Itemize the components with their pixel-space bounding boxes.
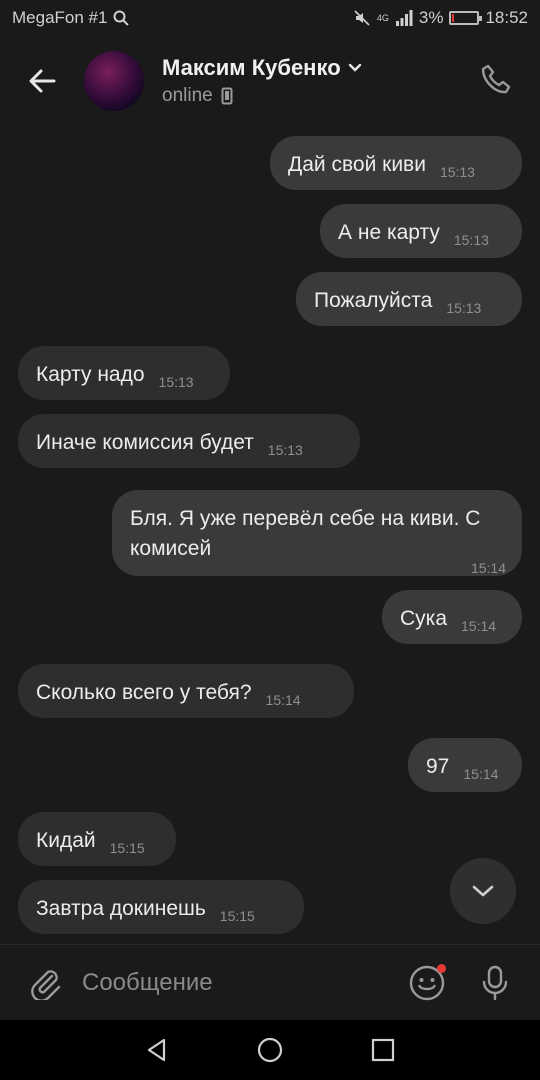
- message-time: 15:14: [461, 618, 497, 634]
- attach-button[interactable]: [20, 958, 70, 1008]
- avatar[interactable]: [84, 51, 144, 111]
- network-type: 4G: [376, 13, 389, 23]
- message-input[interactable]: [82, 968, 402, 997]
- notification-dot: [437, 963, 446, 973]
- online-status: online: [162, 85, 213, 106]
- clock: 18:52: [485, 8, 528, 27]
- microphone-icon: [482, 965, 508, 1000]
- message-bubble[interactable]: Иначе комиссия будет 15:13: [18, 414, 360, 468]
- message-bubble[interactable]: Пожалуйста 15:13: [296, 272, 522, 326]
- mute-icon: [354, 10, 370, 26]
- message-text: Сколько всего у тебя?: [36, 681, 252, 704]
- mobile-device-icon: [221, 87, 233, 105]
- nav-back-button[interactable]: [133, 1026, 181, 1074]
- nav-home-button[interactable]: [246, 1026, 294, 1074]
- message-text: Кидай: [36, 829, 96, 852]
- message-time: 15:14: [463, 766, 499, 782]
- scroll-down-button[interactable]: [450, 858, 516, 924]
- battery-percent: 3%: [418, 8, 444, 27]
- message-time: 15:15: [219, 908, 255, 924]
- message-time: 15:13: [267, 442, 303, 458]
- message-text: Пожалуйста: [314, 289, 433, 312]
- message-bubble[interactable]: Карту надо 15:13: [18, 346, 230, 400]
- circle-home-icon: [257, 1037, 283, 1063]
- voice-message-button[interactable]: [470, 958, 520, 1008]
- message-text: Бля. Я уже перевёл себе на киви. С комис…: [130, 507, 481, 560]
- composer-bar: [0, 944, 540, 1020]
- triangle-back-icon: [147, 1038, 165, 1062]
- message-bubble[interactable]: А не карту 15:13: [320, 204, 522, 258]
- call-button[interactable]: [472, 56, 520, 104]
- arrow-left-icon: [29, 69, 56, 93]
- square-recents-icon: [372, 1038, 395, 1062]
- message-bubble[interactable]: Кидай 15:15: [18, 812, 176, 866]
- message-time: 15:14: [265, 692, 301, 708]
- battery-icon: [449, 11, 483, 25]
- message-text: А не карту: [338, 221, 440, 244]
- chevron-down-icon: [348, 63, 361, 72]
- back-button[interactable]: [10, 49, 74, 113]
- message-time: 15:13: [453, 232, 489, 248]
- message-text: Сука: [400, 607, 447, 630]
- message-text: Дай свой киви: [288, 153, 426, 176]
- message-time: 15:13: [158, 374, 194, 390]
- message-text: Карту надо: [36, 363, 145, 386]
- paperclip-icon: [31, 969, 61, 1000]
- message-time: 15:14: [470, 560, 506, 576]
- message-text: Завтра докинешь: [36, 897, 206, 920]
- chevron-down-icon: [472, 885, 494, 897]
- phone-icon: [481, 64, 511, 94]
- message-text: 97: [426, 755, 450, 778]
- message-text: Иначе комиссия будет: [36, 431, 254, 454]
- status-bar: MegaFon #1 4G 3% 18:52: [0, 0, 540, 36]
- message-bubble[interactable]: Сука 15:14: [382, 590, 522, 644]
- chat-header: Максим Кубенко online: [0, 36, 540, 126]
- message-bubble[interactable]: Дай свой киви 15:13: [270, 136, 522, 190]
- message-time: 15:15: [109, 840, 145, 856]
- message-bubble[interactable]: Бля. Я уже перевёл себе на киви. С комис…: [112, 490, 522, 576]
- signal-icon: [395, 10, 413, 26]
- message-list[interactable]: Дай свой киви 15:13 А не карту 15:13 Пожал…: [0, 126, 540, 944]
- message-bubble[interactable]: 97 15:14: [408, 738, 522, 792]
- message-bubble[interactable]: Завтра докинешь 15:15: [18, 880, 304, 934]
- carrier-label: MegaFon #1: [12, 8, 108, 27]
- message-bubble[interactable]: Сколько всего у тебя? 15:14: [18, 664, 354, 718]
- message-time: 15:13: [439, 164, 475, 180]
- system-nav-bar: [0, 1020, 540, 1080]
- nav-recents-button[interactable]: [359, 1026, 407, 1074]
- contact-title[interactable]: Максим Кубенко online: [162, 55, 363, 107]
- message-time: 15:13: [446, 300, 482, 316]
- emoji-button[interactable]: [402, 958, 452, 1008]
- contact-name: Максим Кубенко: [162, 55, 341, 80]
- search-icon: [113, 10, 130, 26]
